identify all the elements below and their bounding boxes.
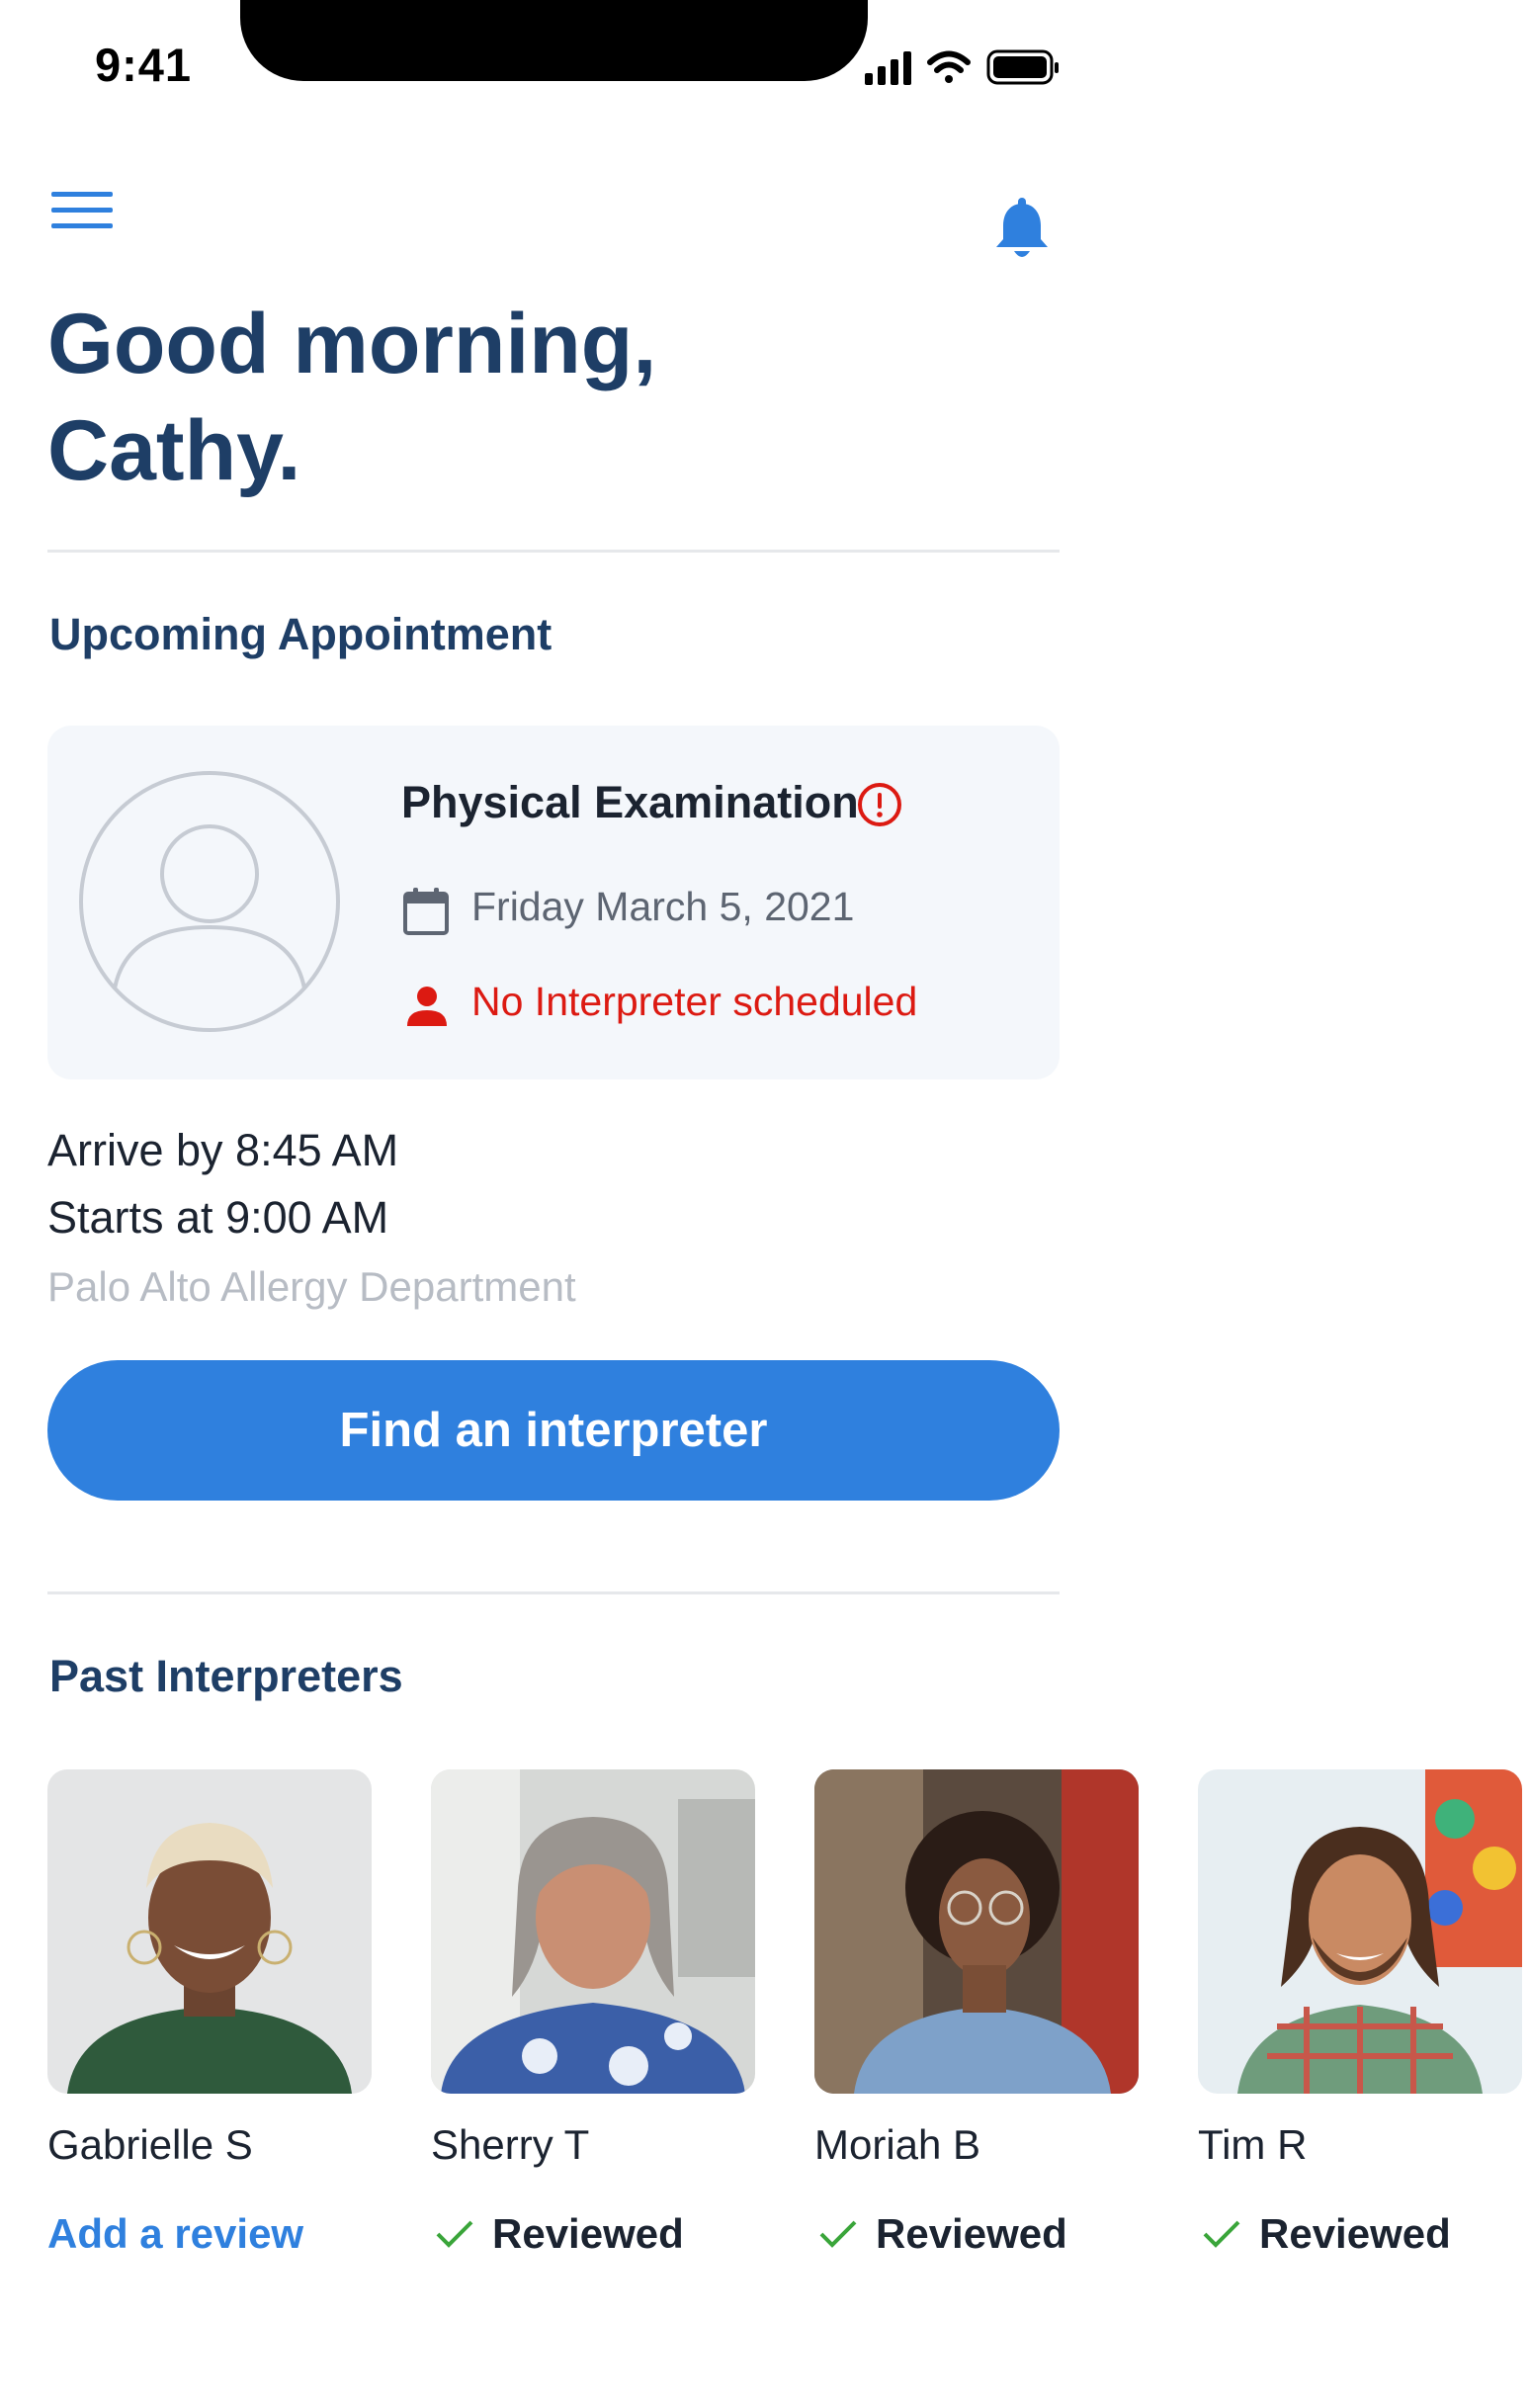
- checkmark-icon: [436, 2220, 473, 2248]
- reviewed-label: Reviewed: [876, 2210, 1067, 2257]
- notification-bell-icon[interactable]: [992, 198, 1052, 263]
- interpreter-photo-gabrielle[interactable]: [47, 1769, 372, 2094]
- find-interpreter-button[interactable]: Find an interpreter: [47, 1360, 1060, 1501]
- upcoming-appointment-title: Upcoming Appointment: [49, 609, 552, 659]
- reviewed-label: Reviewed: [1259, 2210, 1451, 2257]
- interpreter-name: Moriah B: [814, 2121, 981, 2168]
- past-interpreters-title: Past Interpreters: [49, 1651, 403, 1701]
- battery-icon: [986, 49, 1059, 85]
- greeting-user-name: Cathy.: [47, 403, 301, 498]
- checkmark-icon: [819, 2220, 857, 2248]
- start-time: Starts at 9:00 AM: [47, 1192, 389, 1243]
- reviewed-status: Reviewed: [435, 2210, 684, 2258]
- status-icons: [865, 47, 1062, 89]
- add-review-link[interactable]: Add a review: [47, 2210, 303, 2258]
- appointment-location: Palo Alto Allergy Department: [47, 1263, 576, 1310]
- status-time: 9:41: [95, 39, 193, 91]
- interpreter-photo-moriah[interactable]: [814, 1769, 1139, 2094]
- interpreter-name: Gabrielle S: [47, 2121, 253, 2168]
- reviewed-label: Reviewed: [492, 2210, 684, 2257]
- checkmark-icon: [1203, 2220, 1240, 2248]
- appointment-title: Physical Examination: [401, 777, 859, 827]
- greeting-line-1: Good morning,: [47, 297, 657, 391]
- reviewed-status: Reviewed: [818, 2210, 1067, 2258]
- interpreter-photo-tim[interactable]: [1198, 1769, 1522, 2094]
- person-icon: [405, 985, 449, 1028]
- hamburger-menu-icon[interactable]: [51, 192, 113, 237]
- interpreter-name: Sherry T: [431, 2121, 590, 2168]
- avatar-placeholder-icon: [77, 769, 342, 1034]
- appointment-date: Friday March 5, 2021: [471, 884, 855, 929]
- interpreter-photo-sherry[interactable]: [431, 1769, 755, 2094]
- greeting-heading: Good morning, Cathy.: [47, 291, 937, 504]
- alert-icon: [856, 781, 903, 828]
- calendar-icon: [401, 886, 451, 937]
- cellular-signal-icon: [865, 51, 911, 85]
- no-interpreter-warning: No Interpreter scheduled: [471, 979, 918, 1024]
- device-notch: [240, 0, 868, 81]
- interpreter-name: Tim R: [1198, 2121, 1308, 2168]
- divider: [47, 1591, 1060, 1594]
- arrive-time: Arrive by 8:45 AM: [47, 1125, 399, 1175]
- divider: [47, 550, 1060, 553]
- wifi-icon: [927, 50, 971, 83]
- reviewed-status: Reviewed: [1202, 2210, 1451, 2258]
